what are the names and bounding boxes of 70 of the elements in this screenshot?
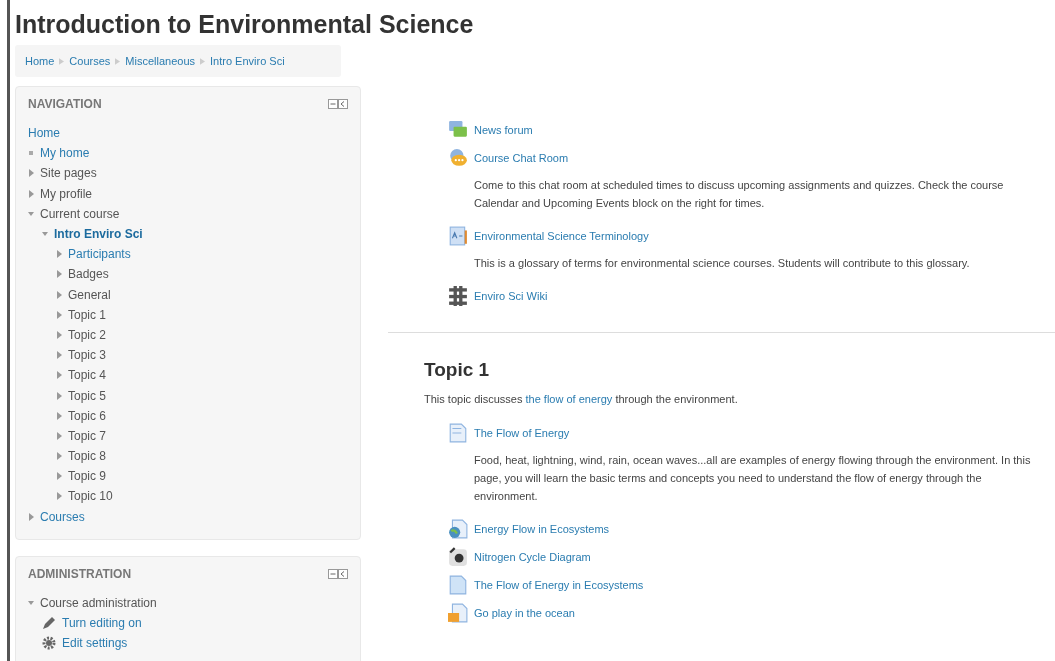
separator-icon [115, 57, 121, 65]
nav-item[interactable]: Topic 8 [68, 449, 107, 464]
nav-item[interactable]: Intro Enviro Sci [54, 227, 143, 242]
nav-item[interactable]: Topic 10 [68, 489, 113, 504]
collapsed-arrow-icon[interactable] [56, 371, 62, 380]
nav-item[interactable]: Topic 1 [68, 307, 107, 322]
breadcrumb-link[interactable]: Courses [69, 55, 111, 67]
collapsed-arrow-icon[interactable] [28, 169, 34, 178]
expanded-arrow-icon[interactable] [28, 598, 34, 607]
nav-item[interactable]: Topic 4 [68, 368, 107, 383]
block-title: NAVIGATION [28, 97, 102, 111]
summary-link[interactable]: the flow of energy [525, 393, 613, 405]
collapsed-arrow-icon[interactable] [56, 330, 62, 339]
nav-item[interactable]: Badges [68, 267, 109, 282]
nav-item[interactable]: My home [40, 146, 90, 161]
nav-item[interactable]: Topic 2 [68, 327, 107, 342]
nav-item[interactable]: Topic 7 [68, 428, 107, 443]
settings-icon [42, 636, 56, 651]
collapsed-arrow-icon[interactable] [56, 411, 62, 420]
nav-item[interactable]: Home [28, 126, 60, 141]
collapsed-arrow-icon[interactable] [56, 351, 62, 360]
block-title: ADMINISTRATION [28, 566, 132, 581]
admin-link[interactable]: Edit settings [62, 636, 128, 651]
activity-description: This is a glossary of terms for environmental science courses. Students will contribute to this glossary. [473, 256, 971, 271]
collapsed-arrow-icon[interactable] [56, 391, 62, 400]
nav-item[interactable]: Topic 3 [68, 348, 107, 363]
section-title: Topic 1 [424, 359, 491, 381]
collapsed-arrow-icon[interactable] [56, 452, 62, 461]
collapsed-arrow-icon[interactable] [56, 250, 62, 259]
nav-item[interactable]: Site pages [40, 166, 97, 181]
collapsed-arrow-icon[interactable] [56, 310, 62, 319]
admin-link[interactable]: Turn editing on [62, 616, 142, 631]
section-summary: This topic discusses the flow of energy through the environment. [424, 393, 739, 405]
separator-icon [200, 57, 205, 65]
collapsed-arrow-icon[interactable] [28, 189, 34, 198]
nav-item[interactable]: Topic 9 [68, 469, 107, 484]
collapsed-arrow-icon[interactable] [56, 270, 62, 279]
nav-item[interactable]: My profile [40, 186, 92, 201]
nav-item[interactable]: Courses [40, 509, 85, 524]
nav-item[interactable]: Topic 5 [68, 388, 107, 403]
breadcrumb-link[interactable]: Home [25, 55, 55, 67]
nav-item[interactable]: Current course [40, 206, 120, 221]
breadcrumb-link[interactable]: Miscellaneous [125, 55, 195, 67]
activity-description: Food, heat, lightning, wind, rain, ocean waves...all are examples of energy flowing through the environment. In this page, you will learn the basic terms and concepts you need to understand the flow of energy through the environment. [473, 453, 1032, 504]
nav-item[interactable]: Topic 6 [68, 408, 107, 423]
activity-link[interactable]: Go play in the ocean [474, 607, 575, 619]
collapsed-arrow-icon[interactable] [28, 512, 34, 521]
activity-description: Come to this chat room at scheduled times to discuss upcoming assignments and quizzes. Check the course Calendar and Upcoming Events block on the right for times. [473, 178, 1005, 211]
expanded-arrow-icon[interactable] [28, 209, 34, 218]
collapsed-arrow-icon[interactable] [56, 290, 62, 299]
collapsed-arrow-icon[interactable] [56, 492, 62, 501]
activity-link[interactable]: Course Chat Room [474, 152, 569, 164]
collapsed-arrow-icon[interactable] [56, 431, 62, 440]
activity-link[interactable]: Environmental Science Terminology [474, 230, 649, 242]
admin-item[interactable]: Course administration [40, 595, 157, 610]
activity-link[interactable]: Enviro Sci Wiki [474, 290, 548, 302]
collapsed-arrow-icon[interactable] [56, 472, 62, 481]
activity-link[interactable]: Nitrogen Cycle Diagram [474, 551, 591, 563]
activity-link[interactable]: The Flow of Energy in Ecosystems [474, 579, 644, 591]
page-title: Introduction to Environmental Science [14, 9, 475, 39]
activity-link[interactable]: Energy Flow in Ecosystems [474, 523, 610, 535]
pencil-icon [42, 616, 56, 631]
breadcrumb-link[interactable]: Intro Enviro Sci [210, 55, 285, 67]
separator-icon [59, 57, 65, 65]
nav-item[interactable]: Participants [68, 247, 131, 262]
activity-link[interactable]: News forum [474, 124, 533, 136]
block-controls-icon[interactable] [328, 99, 348, 109]
block-controls-icon[interactable] [328, 568, 348, 579]
activity-link[interactable]: The Flow of Energy [474, 427, 570, 439]
nav-item[interactable]: General [68, 287, 111, 302]
